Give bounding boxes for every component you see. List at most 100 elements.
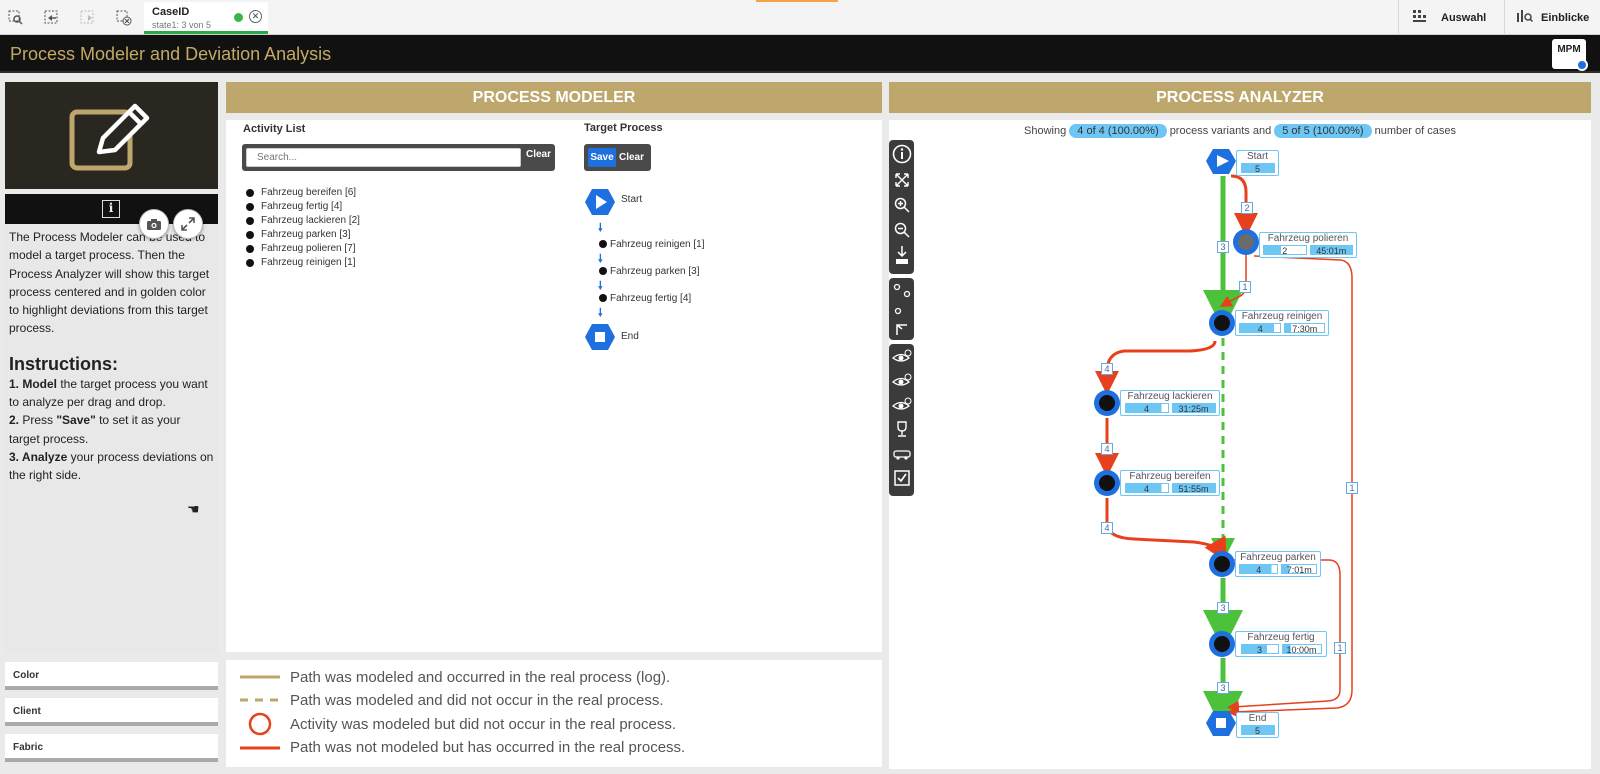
node-label-polieren: Fahrzeug polieren 2 45:01m bbox=[1259, 232, 1357, 258]
node-reinigen[interactable] bbox=[1214, 315, 1230, 331]
process-modeler-header: PROCESS MODELER bbox=[226, 82, 882, 113]
edge-label: 3 bbox=[1217, 682, 1229, 694]
edge-label: 4 bbox=[1101, 363, 1113, 375]
arrow-down-icon: 🠗 bbox=[598, 307, 603, 319]
target-process-label: Target Process bbox=[584, 122, 663, 134]
insights-icon bbox=[1517, 10, 1534, 25]
edit-pencil-icon bbox=[69, 103, 150, 171]
path-polieren-reinigen[interactable] bbox=[1219, 254, 1247, 307]
description-text: The Process Modeler can be used to model… bbox=[9, 230, 210, 336]
mpm-badge-text: MPM bbox=[1557, 44, 1581, 55]
path-start-polieren[interactable] bbox=[1230, 174, 1258, 237]
left-column: i The Process Modeler can be used to mod… bbox=[5, 82, 218, 762]
node-parken[interactable] bbox=[1214, 556, 1230, 572]
activity-search: Clear bbox=[242, 144, 555, 171]
process-analyzer-header: PROCESS ANALYZER bbox=[889, 82, 1591, 113]
legend-item: Path was not modeled but has occurred in… bbox=[290, 739, 686, 756]
node-label-end: End 5 bbox=[1236, 712, 1279, 738]
description-box: The Process Modeler can be used to model… bbox=[5, 224, 218, 654]
activity-list-label: Activity List bbox=[243, 123, 306, 135]
edge-label: 4 bbox=[1101, 522, 1113, 534]
node-label-bereifen: Fahrzeug bereifen 4 51:55m bbox=[1120, 470, 1220, 496]
edge-label: 2 bbox=[1241, 202, 1253, 214]
node-label-parken: Fahrzeug parken 4 7:01m bbox=[1235, 551, 1321, 577]
badge-dot bbox=[1576, 59, 1588, 71]
target-step[interactable]: Fahrzeug parken [3] bbox=[599, 266, 700, 277]
target-start-label: Start bbox=[621, 194, 643, 205]
top-toolbar: CaseID state1: 3 von 5 ✕ Auswahl Einblic… bbox=[0, 0, 1600, 35]
mpm-badge[interactable]: MPM bbox=[1552, 39, 1588, 71]
list-item[interactable]: Fahrzeug bereifen [6] bbox=[246, 186, 360, 200]
node-label-fertig: Fahrzeug fertig 3 10:00m bbox=[1235, 631, 1327, 657]
node-label-reinigen: Fahrzeug reinigen 4 7:30m bbox=[1235, 310, 1329, 336]
camera-icon[interactable] bbox=[139, 209, 169, 239]
edge-label: 3 bbox=[1217, 602, 1229, 614]
app-title: Process Modeler and Deviation Analysis bbox=[10, 44, 332, 64]
edge-label: 1 bbox=[1346, 482, 1358, 494]
list-item[interactable]: Fahrzeug reinigen [1] bbox=[246, 256, 360, 270]
edge-label: 1 bbox=[1334, 642, 1346, 654]
target-clear-button[interactable]: Clear bbox=[619, 148, 644, 167]
activity-list: Fahrzeug bereifen [6] Fahrzeug fertig [4… bbox=[246, 186, 360, 270]
filter-color[interactable]: Color bbox=[5, 662, 218, 690]
edge-label: 4 bbox=[1101, 443, 1113, 455]
target-step[interactable]: Fahrzeug fertig [4] bbox=[599, 293, 691, 304]
edit-logo-panel bbox=[5, 82, 218, 189]
legend-panel: Path was modeled and occurred in the rea… bbox=[226, 660, 882, 767]
insights-label: Einblicke bbox=[1541, 11, 1590, 24]
mouse-cursor-icon: ☚ bbox=[187, 501, 200, 517]
active-indicator bbox=[756, 0, 838, 2]
edge-label: 3 bbox=[1217, 241, 1229, 253]
node-label-lackieren: Fahrzeug lackieren 4 31:25m bbox=[1120, 390, 1220, 416]
path-reinigen-lackieren[interactable] bbox=[1095, 340, 1217, 395]
selections-label: Auswahl bbox=[1441, 11, 1487, 24]
grid-icon bbox=[1413, 10, 1427, 25]
app-title-bar: Process Modeler and Deviation Analysis M… bbox=[0, 35, 1600, 73]
list-item[interactable]: Fahrzeug lackieren [2] bbox=[246, 214, 360, 228]
list-item[interactable]: Fahrzeug fertig [4] bbox=[246, 200, 360, 214]
node-fertig[interactable] bbox=[1214, 636, 1230, 652]
path-bereifen-parken[interactable] bbox=[1105, 498, 1227, 563]
instruction-1: 1. Model the target process you want to … bbox=[9, 376, 208, 410]
node-bereifen[interactable] bbox=[1099, 475, 1115, 491]
instructions-title: Instructions: bbox=[9, 353, 119, 374]
filter-fabric[interactable]: Fabric bbox=[5, 734, 218, 762]
process-modeler-body: Activity List Clear Fahrzeug bereifen [6… bbox=[226, 120, 882, 652]
selection-field-name: CaseID bbox=[152, 6, 190, 18]
close-icon[interactable]: ✕ bbox=[249, 10, 262, 23]
node-lackieren[interactable] bbox=[1099, 395, 1115, 411]
edge-label: 1 bbox=[1239, 281, 1251, 293]
target-process-buttons: Save Clear bbox=[584, 144, 651, 171]
arrow-down-icon: 🠗 bbox=[598, 222, 603, 234]
instruction-2: 2. Press "Save" to set it as your target… bbox=[9, 413, 181, 446]
process-analyzer-body: Showing 4 of 4 (100.00%) process variant… bbox=[889, 120, 1591, 769]
legend-item: Path was modeled and occurred in the rea… bbox=[290, 669, 671, 686]
insights-button[interactable]: Einblicke bbox=[1504, 0, 1600, 35]
smart-search-icon[interactable] bbox=[6, 8, 26, 28]
selections-button[interactable]: Auswahl bbox=[1398, 0, 1504, 35]
end-node-icon bbox=[585, 324, 615, 350]
selection-state: state1: 3 von 5 bbox=[152, 20, 212, 30]
clear-selections-icon[interactable] bbox=[114, 8, 134, 28]
legend-item: Activity was modeled but did not occur i… bbox=[290, 716, 677, 733]
list-item[interactable]: Fahrzeug polieren [7] bbox=[246, 242, 360, 256]
filter-client[interactable]: Client bbox=[5, 698, 218, 726]
target-end-label: End bbox=[621, 331, 639, 342]
search-input[interactable] bbox=[246, 148, 521, 167]
legend-swatches bbox=[240, 675, 280, 750]
step-back-icon[interactable] bbox=[42, 8, 62, 28]
node-label-start: Start 5 bbox=[1236, 150, 1279, 176]
process-graph[interactable] bbox=[889, 120, 1591, 769]
selection-status-dot bbox=[234, 13, 243, 22]
search-clear-button[interactable]: Clear bbox=[526, 149, 551, 160]
expand-icon[interactable] bbox=[173, 209, 203, 239]
node-polieren[interactable] bbox=[1238, 234, 1254, 250]
target-step[interactable]: Fahrzeug reinigen [1] bbox=[599, 239, 705, 250]
selection-tab-caseid[interactable]: CaseID state1: 3 von 5 ✕ bbox=[144, 2, 268, 34]
list-item[interactable]: Fahrzeug parken [3] bbox=[246, 228, 360, 242]
step-forward-icon[interactable] bbox=[78, 8, 98, 28]
start-node-icon bbox=[585, 189, 615, 215]
info-icon[interactable]: i bbox=[102, 200, 120, 218]
save-button[interactable]: Save bbox=[588, 148, 616, 167]
instruction-3: 3. Analyze your process deviations on th… bbox=[9, 449, 214, 483]
